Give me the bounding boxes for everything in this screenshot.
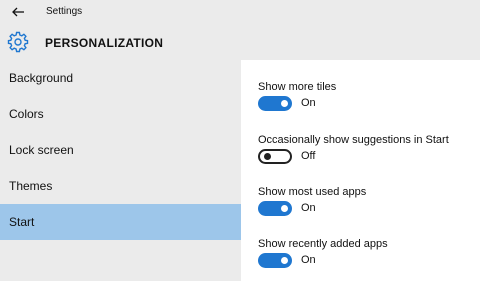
arrow-left-icon bbox=[12, 7, 24, 17]
title-bar: Settings bbox=[0, 0, 480, 26]
toggle-state: Off bbox=[301, 150, 316, 162]
back-button[interactable] bbox=[8, 3, 28, 21]
sidebar-item-colors[interactable]: Colors bbox=[0, 96, 241, 132]
page-header: PERSONALIZATION bbox=[0, 26, 480, 60]
setting-show-suggestions: Occasionally show suggestions in Start O… bbox=[258, 134, 478, 164]
toggle-row: On bbox=[258, 253, 458, 269]
sidebar: Background Colors Lock screen Themes Sta… bbox=[0, 60, 241, 281]
toggle-row: On bbox=[258, 96, 458, 112]
show-most-used-apps-toggle[interactable] bbox=[258, 201, 292, 216]
setting-label: Show most used apps bbox=[258, 186, 367, 198]
settings-content: Show more tiles On Occasionally show sug… bbox=[241, 60, 480, 281]
toggle-knob bbox=[264, 153, 271, 160]
sidebar-item-background[interactable]: Background bbox=[0, 60, 241, 96]
gear-icon bbox=[7, 31, 29, 53]
sidebar-item-themes[interactable]: Themes bbox=[0, 168, 241, 204]
show-suggestions-toggle[interactable] bbox=[258, 149, 292, 164]
toggle-state: On bbox=[301, 254, 316, 266]
sidebar-item-start[interactable]: Start bbox=[0, 204, 241, 240]
show-more-tiles-toggle[interactable] bbox=[258, 96, 292, 111]
setting-label: Show recently added apps bbox=[258, 238, 388, 250]
toggle-knob bbox=[281, 100, 288, 107]
setting-label: Show more tiles bbox=[258, 81, 337, 93]
show-recently-added-apps-toggle[interactable] bbox=[258, 253, 292, 268]
toggle-state: On bbox=[301, 202, 316, 214]
toggle-row: Off bbox=[258, 149, 458, 165]
sidebar-item-lock-screen[interactable]: Lock screen bbox=[0, 132, 241, 168]
toggle-row: On bbox=[258, 201, 458, 217]
window-title: Settings bbox=[46, 6, 83, 17]
setting-show-more-tiles: Show more tiles On bbox=[258, 81, 478, 111]
toggle-knob bbox=[281, 257, 288, 264]
setting-label: Occasionally show suggestions in Start bbox=[258, 134, 449, 146]
page-title: PERSONALIZATION bbox=[45, 36, 164, 50]
toggle-knob bbox=[281, 205, 288, 212]
setting-show-recently-added-apps: Show recently added apps On bbox=[258, 238, 478, 268]
toggle-state: On bbox=[301, 97, 316, 109]
setting-show-most-used-apps: Show most used apps On bbox=[258, 186, 478, 216]
